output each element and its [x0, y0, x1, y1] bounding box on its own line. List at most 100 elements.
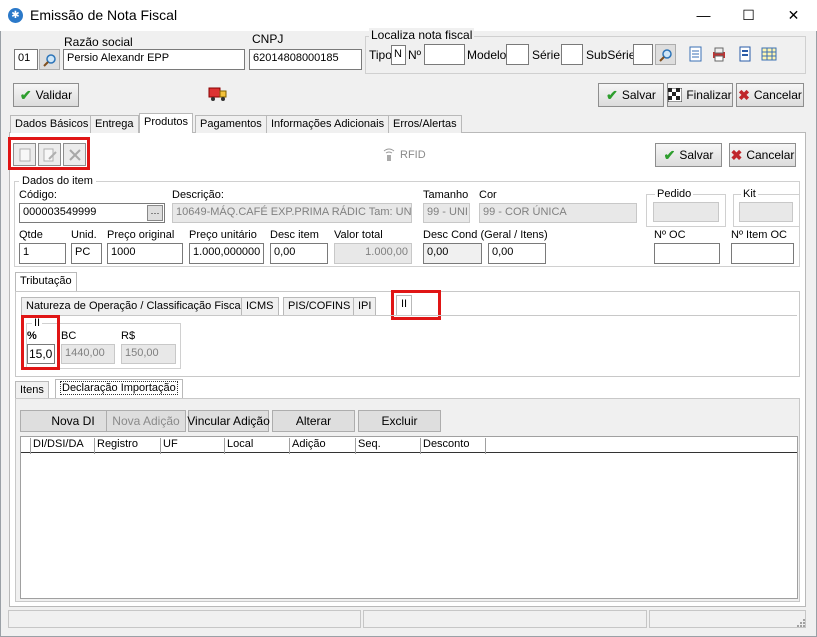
- kit-label: Kit: [741, 188, 758, 200]
- di-col-local[interactable]: Local: [224, 438, 288, 454]
- rfid-label: RFID: [400, 149, 426, 161]
- nro-item-oc-field[interactable]: [731, 243, 794, 264]
- tab-tributacao[interactable]: Tributação: [15, 272, 77, 292]
- unid-field[interactable]: PC: [71, 243, 102, 264]
- valor-total-label: Valor total: [334, 229, 383, 241]
- nova-adicao-button-face[interactable]: Nova Adição: [106, 410, 186, 432]
- subtab-natureza[interactable]: Natureza de Operação / Classificação Fis…: [21, 297, 249, 315]
- window-title: Emissão de Nota Fiscal: [30, 7, 178, 23]
- print-icon[interactable]: [711, 46, 727, 62]
- item-salvar-button[interactable]: ✔ Salvar: [655, 143, 722, 167]
- alterar-button[interactable]: Alterar: [272, 410, 355, 432]
- finalizar-button[interactable]: Finalizar: [667, 83, 733, 107]
- cor-field: 99 - COR ÚNICA: [479, 203, 637, 223]
- rfid-icon: [381, 147, 397, 163]
- truck-icon[interactable]: [208, 84, 228, 104]
- close-red-icon: ✖: [738, 86, 750, 103]
- cnpj-label: CNPJ: [252, 32, 284, 46]
- item-cancelar-label: Cancelar: [746, 148, 795, 162]
- new-item-button[interactable]: [13, 143, 36, 166]
- tab-erros-alertas[interactable]: Erros/Alertas: [388, 115, 462, 133]
- numero-input[interactable]: [424, 44, 465, 65]
- localiza-search-button[interactable]: [655, 44, 676, 65]
- status-cell-2: [363, 610, 647, 628]
- preco-original-label: Preço original: [107, 229, 175, 241]
- tab-informacoes-adicionais[interactable]: Informações Adicionais: [266, 115, 390, 133]
- tab-declaracao-importacao[interactable]: Declaração Importação: [55, 379, 183, 399]
- di-col-seq[interactable]: Seq.: [355, 438, 419, 454]
- checkmark-icon: ✔: [19, 86, 32, 103]
- di-col-uf[interactable]: UF: [160, 438, 223, 454]
- serie-input[interactable]: [561, 44, 583, 65]
- valor-total-field: 1.000,00: [334, 243, 412, 264]
- qtde-label: Qtde: [19, 229, 43, 241]
- tab-entrega[interactable]: Entrega: [90, 115, 139, 133]
- desc-item-field[interactable]: 0,00: [270, 243, 328, 264]
- finalizar-label: Finalizar: [686, 88, 732, 102]
- filial-input[interactable]: 01: [14, 49, 38, 70]
- ii-bc-field: 1440,00: [61, 344, 115, 364]
- kit-field: [739, 202, 793, 222]
- cut-icon: [68, 148, 81, 161]
- close-button[interactable]: ✕: [771, 0, 816, 30]
- desc-cond-geral-field[interactable]: 0,00: [423, 243, 482, 264]
- report-icon[interactable]: [737, 46, 753, 62]
- tab-produtos[interactable]: Produtos: [139, 113, 194, 133]
- maximize-button[interactable]: ☐: [726, 0, 771, 30]
- salvar-button[interactable]: ✔ Salvar: [598, 83, 664, 107]
- subtab-pis-cofins[interactable]: PIS/COFINS: [283, 297, 356, 315]
- desc-cond-itens-field[interactable]: 0,00: [488, 243, 546, 264]
- document-list-icon[interactable]: [688, 46, 704, 62]
- qtde-field[interactable]: 1: [19, 243, 66, 264]
- subtab-icms[interactable]: ICMS: [241, 297, 279, 315]
- validar-button[interactable]: ✔ Validar: [13, 83, 79, 107]
- subtab-ipi[interactable]: IPI: [353, 297, 377, 315]
- cancelar-button[interactable]: ✖ Cancelar: [736, 83, 804, 107]
- subserie-input[interactable]: [633, 44, 653, 65]
- ii-rs-label: R$: [121, 330, 136, 342]
- cancelar-label: Cancelar: [753, 88, 802, 102]
- tamanho-label: Tamanho: [423, 189, 469, 201]
- minimize-button[interactable]: —: [681, 0, 726, 30]
- tab-dados-basicos[interactable]: Dados Básicos: [10, 115, 94, 133]
- highlight-ii-pct: [21, 315, 60, 370]
- item-salvar-label: Salvar: [679, 148, 714, 162]
- excluir-button[interactable]: Excluir: [358, 410, 441, 432]
- di-col-divider: [485, 438, 486, 454]
- new-document-icon: [19, 148, 30, 161]
- tamanho-field: 99 - UNI: [423, 203, 470, 223]
- checkmark-icon: ✔: [663, 146, 676, 163]
- app-icon: ✱: [8, 8, 23, 23]
- cnpj-field[interactable]: 62014808000185: [249, 49, 362, 70]
- nro-oc-field[interactable]: [654, 243, 720, 264]
- pedido-field: [653, 202, 719, 222]
- numero-label: Nº: [408, 48, 422, 62]
- preco-original-field[interactable]: 1000: [107, 243, 183, 264]
- ii-rs-field: 150,00: [121, 344, 176, 364]
- di-col-di[interactable]: DI/DSI/DA: [30, 438, 93, 454]
- codigo-field[interactable]: 000003549999: [19, 203, 165, 223]
- validar-label: Validar: [35, 88, 73, 102]
- razao-social-field[interactable]: Persio Alexandr EPP: [63, 49, 245, 70]
- unid-label: Unid.: [71, 229, 97, 241]
- vincular-adicao-button[interactable]: Vincular Adição: [187, 410, 270, 432]
- tipo-input[interactable]: N: [391, 45, 406, 65]
- close-red-icon: ✖: [730, 146, 743, 163]
- tab-pagamentos[interactable]: Pagamentos: [195, 115, 267, 133]
- desc-item-label: Desc item: [270, 229, 319, 241]
- grid-icon[interactable]: [761, 46, 777, 62]
- preco-unitario-field[interactable]: 1.000,000000: [189, 243, 264, 264]
- edit-item-button[interactable]: [38, 143, 61, 166]
- delete-item-button[interactable]: [63, 143, 86, 166]
- tab-itens[interactable]: Itens: [15, 381, 49, 399]
- di-col-adicao[interactable]: Adição: [289, 438, 354, 454]
- di-col-desconto[interactable]: Desconto: [420, 438, 484, 454]
- search-filial-button[interactable]: [39, 49, 60, 70]
- modelo-input[interactable]: [506, 44, 529, 65]
- resize-grip-icon[interactable]: [796, 618, 806, 628]
- di-col-registro[interactable]: Registro: [94, 438, 159, 454]
- checkmark-icon: ✔: [606, 86, 618, 103]
- codigo-lookup-button[interactable]: ···: [147, 205, 163, 221]
- razao-social-label: Razão social: [64, 35, 133, 49]
- item-cancelar-button[interactable]: ✖ Cancelar: [729, 143, 796, 167]
